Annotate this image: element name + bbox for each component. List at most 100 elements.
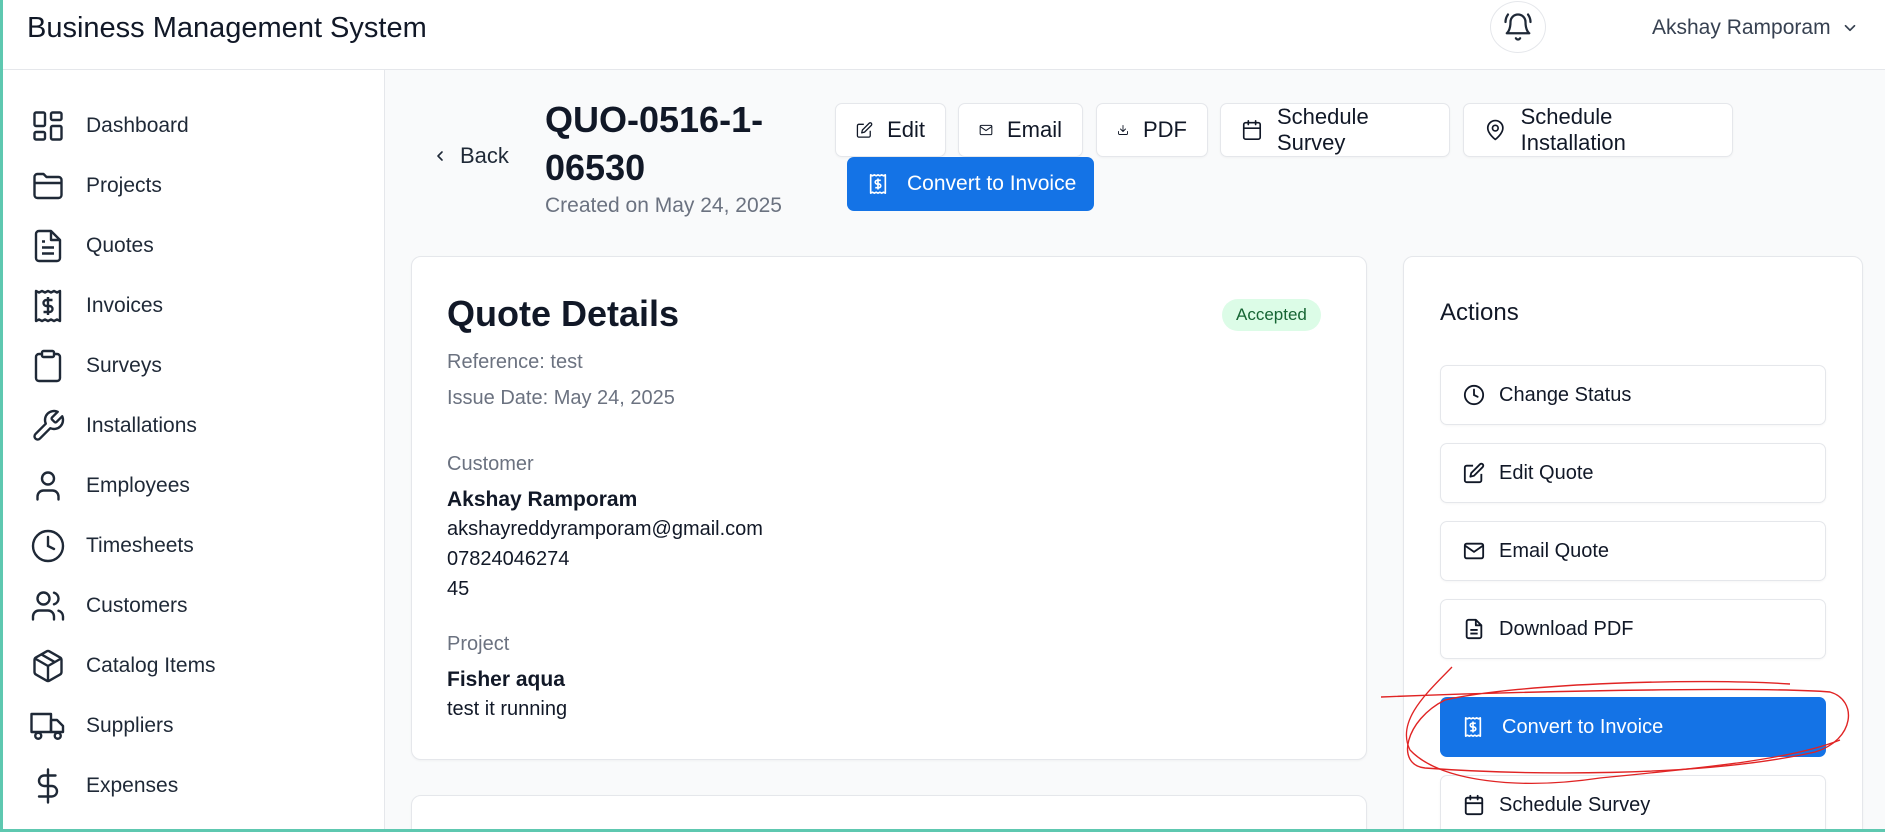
project-name: Fisher aqua <box>447 668 565 691</box>
sidebar-item-projects[interactable]: Projects <box>30 164 350 208</box>
sidebar-item-surveys[interactable]: Surveys <box>30 344 350 388</box>
top-bar: Business Management System Akshay Rampor… <box>0 0 1885 70</box>
package-icon <box>33 649 63 683</box>
change-status-label: Change Status <box>1499 383 1632 406</box>
status-badge: Accepted <box>1222 299 1321 331</box>
mail-icon <box>1463 542 1485 560</box>
sidebar-item-label: Invoices <box>86 294 164 317</box>
truck-icon <box>30 712 65 740</box>
schedule-survey-action-label: Schedule Survey <box>1499 793 1651 816</box>
schedule-installation-label: Schedule Installation <box>1520 104 1626 155</box>
download-pdf-label: Download PDF <box>1499 617 1634 640</box>
wrench-icon <box>33 409 65 441</box>
sidebar-item-label: Projects <box>86 174 162 197</box>
download-pdf-button[interactable]: Download PDF <box>1440 599 1826 659</box>
email-quote-button[interactable]: Email Quote <box>1440 521 1826 581</box>
sidebar-item-dashboard[interactable]: Dashboard <box>30 104 350 148</box>
sidebar-item-label: Catalog Items <box>86 654 216 677</box>
user-menu[interactable]: Akshay Ramporam <box>1652 16 1859 40</box>
clock-icon <box>31 529 65 563</box>
back-link[interactable]: Back <box>432 143 509 169</box>
convert-to-invoice-action-button[interactable]: Convert to Invoice <box>1440 697 1826 757</box>
edit-button[interactable]: Edit <box>835 103 946 157</box>
email-quote-label: Email Quote <box>1499 539 1610 562</box>
card-title: Quote Details <box>447 293 680 334</box>
window-border-left <box>0 0 3 832</box>
convert-to-invoice-label: Convert to Invoice <box>907 172 1077 195</box>
app-title: Business Management System <box>27 12 427 44</box>
user-name: Akshay Ramporam <box>1652 16 1831 39</box>
sidebar-item-quotes[interactable]: Quotes <box>30 224 350 268</box>
dollar-icon <box>37 768 59 804</box>
schedule-survey-label: Schedule Survey <box>1276 104 1369 155</box>
sidebar: Dashboard Projects Quotes Invoices Surve… <box>0 70 385 832</box>
email-label: Email <box>1006 117 1062 142</box>
convert-to-invoice-button[interactable]: Convert to Invoice <box>847 157 1094 211</box>
users-icon <box>31 591 65 621</box>
sidebar-item-label: Installations <box>86 414 197 437</box>
receipt-icon <box>1464 717 1482 737</box>
pdf-label: PDF <box>1143 117 1187 142</box>
receipt-icon <box>34 289 62 323</box>
sidebar-item-label: Dashboard <box>86 114 189 137</box>
customer-email: akshayreddyramporam@gmail.com <box>447 518 763 540</box>
calendar-icon <box>1464 794 1484 816</box>
edit-icon <box>856 122 873 138</box>
sidebar-item-invoices[interactable]: Invoices <box>30 284 350 328</box>
quote-details-card: Quote Details Accepted Reference: test I… <box>411 256 1367 760</box>
sidebar-item-label: Quotes <box>86 234 154 257</box>
actions-title: Actions <box>1440 299 1519 326</box>
clipboard-icon <box>34 349 62 383</box>
dashboard-icon <box>33 111 63 141</box>
download-icon <box>1118 125 1128 135</box>
sidebar-item-label: Timesheets <box>86 534 194 557</box>
calendar-icon <box>1242 120 1262 140</box>
notifications-button[interactable] <box>1490 1 1546 53</box>
edit-quote-button[interactable]: Edit Quote <box>1440 443 1826 503</box>
customer-phone: 07824046274 <box>447 548 570 570</box>
project-label: Project <box>447 633 510 655</box>
chevron-left-icon <box>437 151 443 161</box>
mail-icon <box>979 124 993 136</box>
customer-label: Customer <box>447 453 534 475</box>
email-button[interactable]: Email <box>958 103 1083 157</box>
sidebar-item-customers[interactable]: Customers <box>30 584 350 628</box>
customer-name: Akshay Ramporam <box>447 488 638 511</box>
chevron-down-icon <box>1844 24 1855 32</box>
convert-to-invoice-action-label: Convert to Invoice <box>1502 715 1664 738</box>
sidebar-item-employees[interactable]: Employees <box>30 464 350 508</box>
edit-icon <box>1463 462 1485 484</box>
reference: Reference: test <box>447 351 583 373</box>
map-pin-icon <box>1486 119 1504 141</box>
sidebar-item-timesheets[interactable]: Timesheets <box>30 524 350 568</box>
line-items-card <box>411 795 1367 832</box>
file-text-icon <box>34 229 62 263</box>
clock-icon <box>1463 384 1485 406</box>
sidebar-item-label: Employees <box>86 474 190 497</box>
back-label: Back <box>460 143 509 168</box>
issue-date: Issue Date: May 24, 2025 <box>447 387 675 409</box>
pdf-button[interactable]: PDF <box>1096 103 1208 157</box>
user-icon <box>36 471 60 501</box>
change-status-button[interactable]: Change Status <box>1440 365 1826 425</box>
sidebar-item-label: Customers <box>86 594 188 617</box>
project-description: test it running <box>447 698 568 720</box>
page-title: QUO-0516-1-06530 <box>545 99 764 188</box>
created-date: Created on May 24, 2025 <box>545 194 782 217</box>
edit-quote-label: Edit Quote <box>1499 461 1594 484</box>
sidebar-item-installations[interactable]: Installations <box>30 404 350 448</box>
sidebar-item-label: Expenses <box>86 774 179 797</box>
edit-label: Edit <box>887 117 925 142</box>
sidebar-item-suppliers[interactable]: Suppliers <box>30 704 350 748</box>
sidebar-item-catalog-items[interactable]: Catalog Items <box>30 644 350 688</box>
folder-icon <box>33 172 63 200</box>
schedule-installation-button[interactable]: Schedule Installation <box>1463 103 1733 157</box>
sidebar-item-expenses[interactable]: Expenses <box>30 764 350 808</box>
sidebar-item-label: Suppliers <box>86 714 174 737</box>
schedule-survey-button[interactable]: Schedule Survey <box>1220 103 1450 157</box>
customer-address: 45 <box>447 578 470 600</box>
schedule-survey-action-button[interactable]: Schedule Survey <box>1440 775 1826 832</box>
actions-card: Actions Change Status Edit Quote Email Q… <box>1403 256 1863 832</box>
sidebar-item-label: Surveys <box>86 354 162 377</box>
file-text-icon <box>1465 618 1483 640</box>
